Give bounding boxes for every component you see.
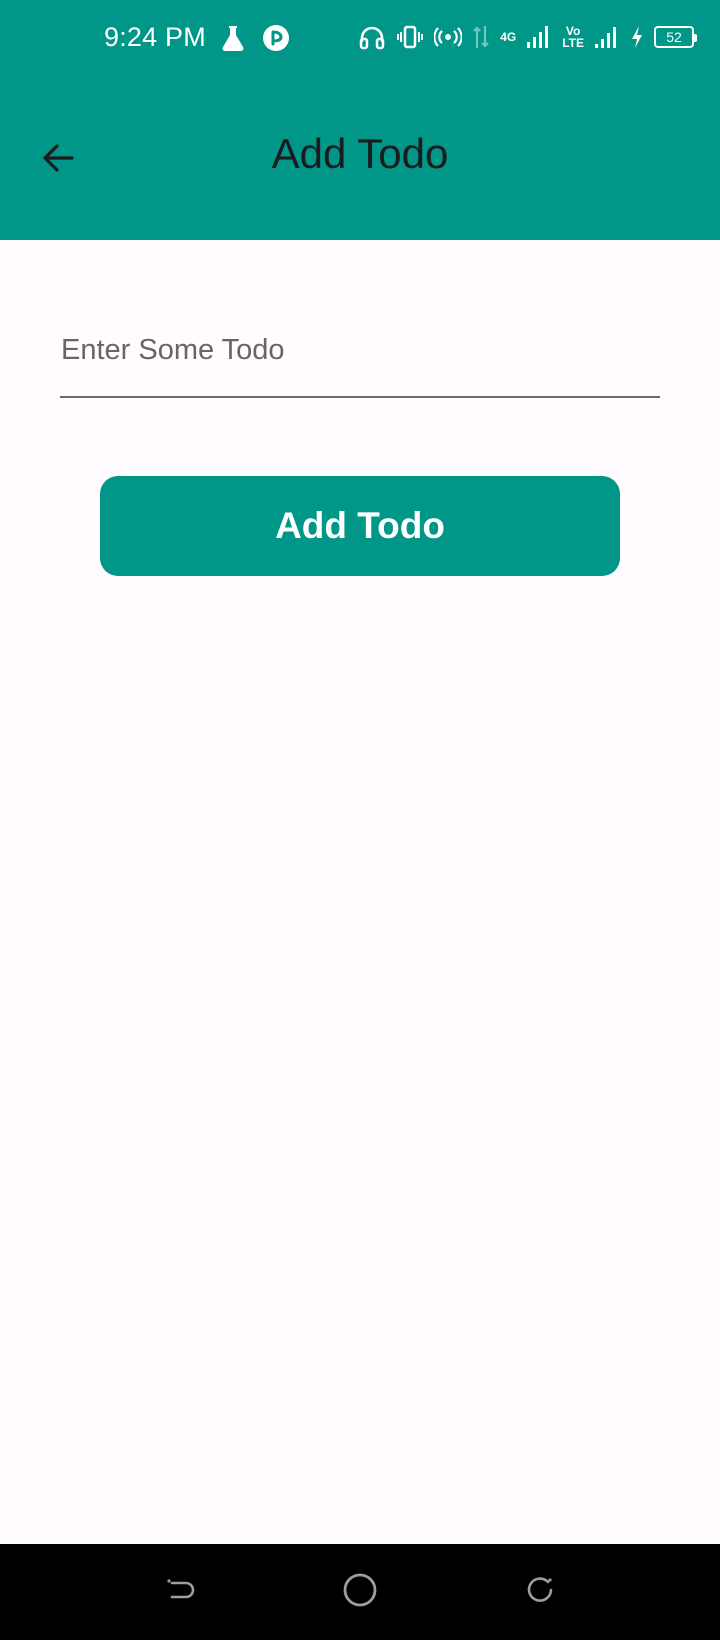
flask-icon [220, 24, 246, 52]
page-title: Add Todo [271, 130, 449, 177]
recents-nav-button[interactable] [514, 1566, 566, 1618]
network-4g-label: 4G [500, 30, 517, 44]
volte-bottom: LTE [562, 36, 584, 50]
battery-level: 52 [666, 29, 682, 45]
status-right-icons: 4G Vo LTE 52 [358, 24, 697, 50]
hotspot-icon [434, 24, 463, 50]
charging-icon [630, 24, 644, 50]
back-nav-button[interactable] [154, 1566, 206, 1618]
todo-field [60, 318, 660, 398]
data-arrows-icon [472, 24, 490, 50]
volte-label: Vo LTE [562, 25, 584, 49]
headphones-icon [358, 24, 386, 50]
app-screen: 9:24 PM 4G Vo LTE 52 Add Todo Enter Some… [0, 0, 720, 1640]
system-nav-bar [0, 1544, 720, 1640]
home-nav-button[interactable] [334, 1566, 386, 1618]
home-nav-icon [342, 1572, 378, 1613]
signal-icon [526, 24, 552, 50]
status-time: 9:24 PM [104, 22, 206, 52]
header: 9:24 PM 4G Vo LTE 52 Add Todo [0, 0, 720, 240]
add-todo-button[interactable]: Add Todo [100, 476, 620, 576]
app-bar: Add Todo [0, 110, 720, 210]
shazam-icon [262, 24, 290, 52]
battery-icon: 52 [654, 26, 697, 48]
todo-input[interactable] [60, 318, 660, 382]
status-bar: 9:24 PM 4G Vo LTE 52 [0, 0, 720, 82]
status-left-icons [220, 24, 290, 52]
signal-icon [594, 24, 620, 50]
recents-nav-icon [524, 1574, 556, 1611]
vibrate-icon [396, 24, 424, 50]
back-nav-icon [164, 1574, 196, 1611]
